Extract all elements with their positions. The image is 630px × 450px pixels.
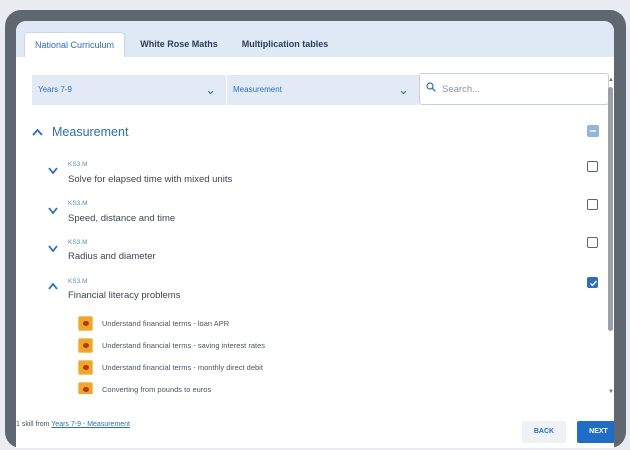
tab-bar: National Curriculum White Rose Maths Mul… — [16, 21, 614, 57]
next-button[interactable]: NEXT — [577, 421, 614, 443]
selection-source-link[interactable]: Years 7-9 - Measurement — [51, 421, 130, 428]
selection-summary: 1 skill from Years 7-9 - Measurement — [16, 421, 130, 428]
expand-caret-icon[interactable] — [48, 207, 58, 214]
skill-label[interactable]: Understand financial terms - monthly dir… — [102, 363, 263, 372]
expand-caret-icon[interactable] — [48, 245, 58, 252]
tab-white-rose-maths[interactable]: White Rose Maths — [133, 32, 225, 57]
section-title: Measurement — [52, 125, 129, 139]
scrollbar[interactable]: ▲ ▼ — [607, 77, 614, 395]
search-input[interactable] — [442, 80, 602, 98]
skill-icon — [78, 360, 93, 375]
topic-select[interactable]: Measurement ⌄ — [226, 75, 419, 105]
selection-count-text: 1 skill from — [16, 421, 52, 428]
item-title: Solve for elapsed time with mixed units — [68, 174, 233, 185]
chevron-down-icon: ⌄ — [398, 82, 409, 97]
skill-label[interactable]: Understand financial terms - loan APR — [102, 319, 229, 328]
year-select-value: Years 7-9 — [38, 85, 72, 94]
skill-label[interactable]: Converting from pounds to euros — [102, 385, 211, 394]
skill-label[interactable]: Understand financial terms - saving inte… — [102, 341, 265, 350]
item-code: KS3.M — [68, 200, 88, 207]
item-title: Speed, distance and time — [68, 213, 176, 224]
section-select-all-checkbox[interactable] — [587, 125, 599, 137]
collapse-caret-icon[interactable] — [48, 283, 58, 290]
topic-select-value: Measurement — [233, 85, 282, 94]
item-title: Financial literacy problems — [68, 290, 181, 301]
search-box[interactable] — [419, 73, 609, 105]
year-select[interactable]: Years 7-9 ⌄ — [32, 75, 226, 105]
section-collapse-caret-icon[interactable] — [32, 128, 43, 136]
checkmark-icon — [590, 280, 598, 287]
skill-icon — [78, 338, 93, 353]
item-title: Radius and diameter — [68, 251, 156, 262]
item-code: KS3.M — [68, 161, 88, 168]
item-code: KS3.M — [68, 239, 88, 246]
item-checkbox[interactable] — [587, 161, 598, 172]
scroll-up-arrow-icon[interactable]: ▲ — [608, 77, 614, 83]
tab-national-curriculum[interactable]: National Curriculum — [24, 32, 125, 57]
item-checkbox-checked[interactable] — [587, 277, 598, 288]
item-code: KS3.M — [68, 278, 88, 285]
list-fade — [16, 394, 614, 408]
item-checkbox[interactable] — [587, 237, 598, 248]
back-button[interactable]: BACK — [522, 421, 566, 443]
scrollbar-thumb[interactable] — [608, 87, 613, 331]
skill-picker-dialog: National Curriculum White Rose Maths Mul… — [16, 21, 614, 448]
chevron-down-icon: ⌄ — [205, 82, 216, 97]
search-icon — [426, 82, 436, 92]
item-checkbox[interactable] — [587, 199, 598, 210]
expand-caret-icon[interactable] — [48, 167, 58, 174]
skill-icon — [78, 316, 93, 331]
tab-multiplication-tables[interactable]: Multiplication tables — [232, 32, 338, 57]
